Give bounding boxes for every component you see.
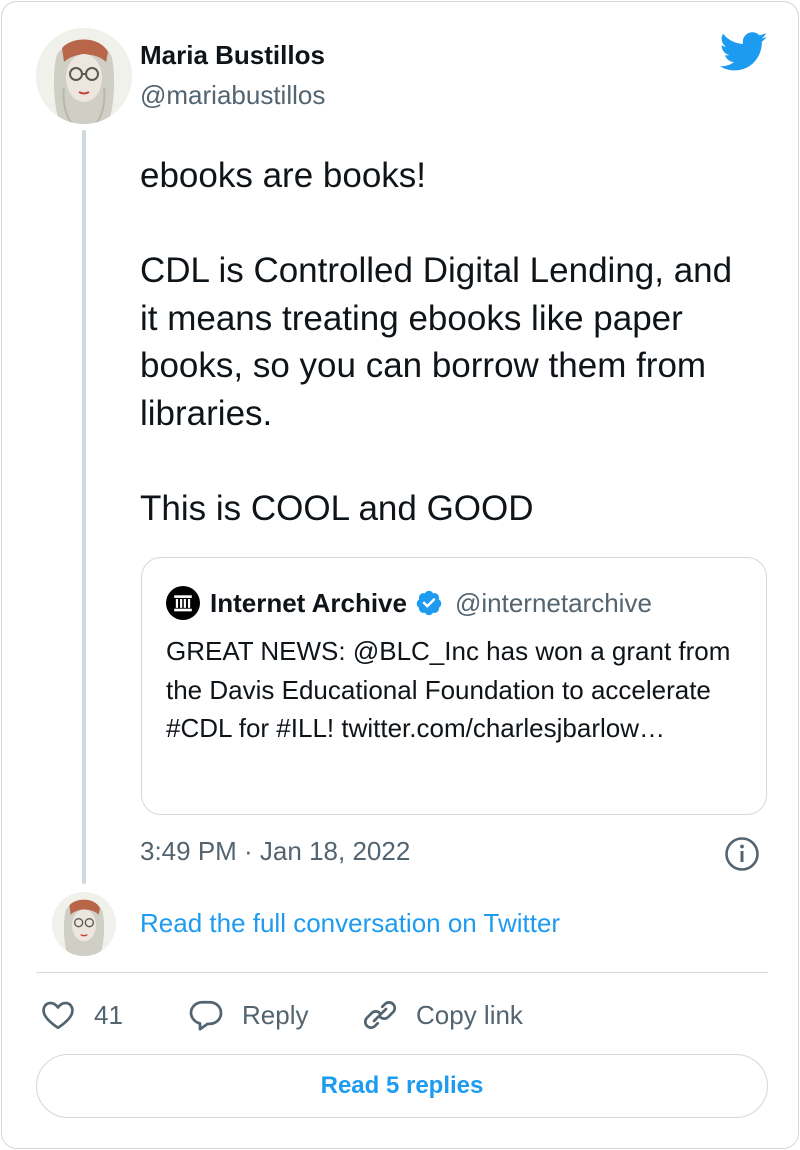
- quoted-author-handle: @internetarchive: [454, 587, 652, 618]
- internet-archive-logo-icon: [166, 586, 200, 620]
- copy-link-button[interactable]: Copy link: [362, 996, 523, 1034]
- heart-icon: [42, 1001, 74, 1030]
- quoted-author-name: Internet Archive: [210, 587, 407, 618]
- divider: [36, 972, 768, 973]
- reply-button[interactable]: Reply: [188, 996, 308, 1034]
- tweet-paragraph: CDL is Controlled Digital Lending, and i…: [140, 251, 733, 433]
- conversation-avatar[interactable]: [52, 892, 116, 956]
- copy-link-label: Copy link: [416, 999, 523, 1030]
- read-conversation-link[interactable]: Read the full conversation on Twitter: [140, 908, 560, 939]
- author-avatar[interactable]: [36, 28, 132, 124]
- info-icon[interactable]: [724, 836, 760, 872]
- speech-bubble-icon: [189, 1000, 223, 1031]
- reply-label: Reply: [242, 999, 309, 1030]
- twitter-bird-icon[interactable]: [719, 32, 768, 72]
- quoted-tweet-header: Internet Archive @internetarchive: [166, 586, 652, 620]
- embedded-tweet-card: Maria Bustillos @mariabustillos ebooks a…: [1, 1, 799, 1149]
- link-icon: [363, 1001, 397, 1029]
- tweet-paragraph: ebooks are books!: [140, 156, 427, 195]
- quoted-tweet-text: GREAT NEWS: @BLC_Inc has won a grant fro…: [166, 636, 731, 743]
- read-replies-button[interactable]: Read 5 replies: [36, 1054, 768, 1118]
- like-count: 41: [94, 999, 123, 1030]
- author-handle[interactable]: @mariabustillos: [140, 80, 325, 111]
- thread-line: [82, 130, 86, 884]
- quoted-tweet[interactable]: Internet Archive @internetarchive GREAT …: [141, 557, 767, 815]
- tweet-timestamp[interactable]: 3:49 PM · Jan 18, 2022: [140, 836, 410, 867]
- tweet-text: ebooks are books! CDL is Controlled Digi…: [140, 152, 750, 532]
- like-button[interactable]: 41: [40, 996, 123, 1034]
- tweet-paragraph: This is COOL and GOOD: [140, 488, 534, 528]
- author-name[interactable]: Maria Bustillos: [140, 40, 325, 71]
- verified-badge-icon: [415, 589, 443, 617]
